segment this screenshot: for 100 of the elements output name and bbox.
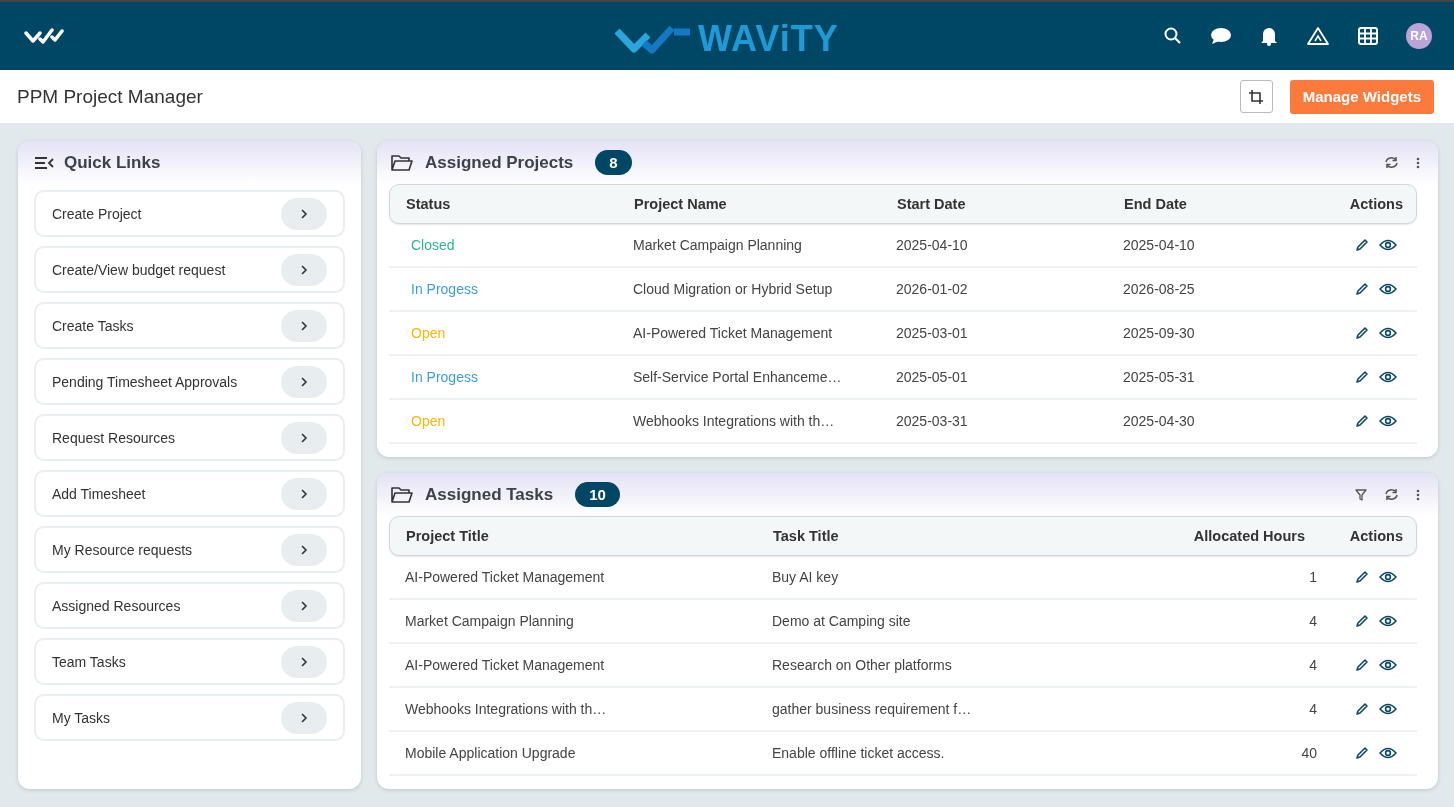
table-cell-text: 2026-08-25 xyxy=(1123,281,1196,297)
quick-link[interactable]: Add Timesheet xyxy=(34,470,345,517)
quick-link[interactable]: Create/View budget request xyxy=(34,246,345,293)
chevron-right-icon xyxy=(300,711,308,724)
table-cell-text: AI-Powered Ticket Management xyxy=(405,569,606,585)
count-badge: 8 xyxy=(595,150,632,175)
view-icon[interactable] xyxy=(1379,747,1397,759)
collapse-menu-icon[interactable] xyxy=(34,155,54,170)
chevron-right-icon xyxy=(300,431,308,444)
chevron-right-icon xyxy=(300,207,308,220)
edit-icon[interactable] xyxy=(1355,370,1369,384)
table-cell-text: 1 xyxy=(1308,569,1318,585)
column-header: Allocated Hours xyxy=(1192,528,1306,544)
view-icon[interactable] xyxy=(1379,371,1397,383)
edit-icon[interactable] xyxy=(1355,614,1369,628)
more-icon[interactable] xyxy=(1416,156,1420,169)
chevron-right-icon xyxy=(300,655,308,668)
view-icon[interactable] xyxy=(1379,615,1397,627)
view-icon[interactable] xyxy=(1379,703,1397,715)
table-cell-text: 2026-01-02 xyxy=(896,281,969,297)
table-cell-text: 2025-04-30 xyxy=(1123,413,1196,429)
edit-icon[interactable] xyxy=(1355,746,1369,760)
quick-link[interactable]: My Tasks xyxy=(34,694,345,741)
chevron-right-icon xyxy=(300,375,308,388)
table-cell-text: Self-Service Portal Enhanceme… xyxy=(633,369,843,385)
bell-icon[interactable] xyxy=(1260,26,1278,46)
view-icon[interactable] xyxy=(1379,571,1397,583)
table-cell-text: Webhooks Integrations with th… xyxy=(405,701,608,717)
folder-icon xyxy=(391,485,413,504)
page-title: PPM Project Manager xyxy=(17,85,203,108)
grid-icon[interactable] xyxy=(1358,27,1378,45)
column-header: Status xyxy=(406,196,452,212)
column-header: Project Title xyxy=(406,528,490,544)
crop-icon xyxy=(1248,88,1265,105)
table-cell-text: Research on Other platforms xyxy=(772,657,953,673)
table-cell-text: Market Campaign Planning xyxy=(633,237,803,253)
column-header: End Date xyxy=(1124,196,1188,212)
more-icon[interactable] xyxy=(1416,488,1420,501)
table-cell-text: 2025-05-31 xyxy=(1123,369,1196,385)
chevron-right-icon xyxy=(300,599,308,612)
quick-link-label: My Tasks xyxy=(52,709,111,726)
quick-link-label: My Resource requests xyxy=(52,541,193,558)
quick-link[interactable]: Pending Timesheet Approvals xyxy=(34,358,345,405)
table-cell-text: 4 xyxy=(1308,613,1318,629)
edit-icon[interactable] xyxy=(1355,414,1369,428)
table-cell-text: Cloud Migration or Hybrid Setup xyxy=(633,281,834,297)
edit-icon[interactable] xyxy=(1355,238,1369,252)
chevron-right-icon xyxy=(300,487,308,500)
card-title: Quick Links xyxy=(64,152,161,173)
chat-bubble-icon[interactable] xyxy=(1210,27,1232,45)
status-label: Closed xyxy=(410,237,456,253)
view-icon[interactable] xyxy=(1379,239,1397,251)
quick-link[interactable]: Team Tasks xyxy=(34,638,345,685)
check-logo-icon[interactable] xyxy=(24,27,64,45)
column-header: Start Date xyxy=(897,196,967,212)
view-icon[interactable] xyxy=(1379,327,1397,339)
refresh-icon[interactable] xyxy=(1384,156,1399,169)
folder-icon xyxy=(391,153,413,172)
card-title: Assigned Projects xyxy=(425,152,574,173)
column-header: Actions xyxy=(1348,528,1403,544)
quick-link[interactable]: Create Tasks xyxy=(34,302,345,349)
table-cell-text: Enable offline ticket access. xyxy=(772,745,946,761)
quick-link-label: Pending Timesheet Approvals xyxy=(52,373,238,390)
status-label: In Progess xyxy=(410,281,479,297)
table-cell-text: 2025-04-10 xyxy=(1123,237,1196,253)
edit-icon[interactable] xyxy=(1355,326,1369,340)
table-cell-text: gather business requirement f… xyxy=(772,701,973,717)
edit-icon[interactable] xyxy=(1355,282,1369,296)
quick-link[interactable]: Assigned Resources xyxy=(34,582,345,629)
quick-link-label: Create/View budget request xyxy=(52,261,226,278)
table-cell-text: Webhooks Integrations with th… xyxy=(633,413,836,429)
quick-link[interactable]: Request Resources xyxy=(34,414,345,461)
view-icon[interactable] xyxy=(1379,415,1397,427)
brand-name: WAViTY xyxy=(698,18,839,60)
count-badge: 10 xyxy=(575,482,620,507)
crop-button[interactable] xyxy=(1239,80,1273,113)
quick-link-label: Request Resources xyxy=(52,429,175,446)
column-header: Project Name xyxy=(634,196,728,212)
status-label: Open xyxy=(410,325,447,341)
edit-icon[interactable] xyxy=(1355,570,1369,584)
warning-triangle-icon[interactable] xyxy=(1306,26,1330,46)
column-header: Task Title xyxy=(773,528,840,544)
table-cell-text: Market Campaign Planning xyxy=(405,613,575,629)
search-icon[interactable] xyxy=(1164,27,1182,45)
status-label: In Progess xyxy=(410,369,479,385)
view-icon[interactable] xyxy=(1379,659,1397,671)
table-cell-text: AI-Powered Ticket Management xyxy=(405,657,606,673)
column-header: Actions xyxy=(1348,196,1403,212)
filter-icon[interactable] xyxy=(1355,488,1367,501)
table-cell-text: Demo at Camping site xyxy=(772,613,912,629)
edit-icon[interactable] xyxy=(1355,658,1369,672)
quick-link-label: Assigned Resources xyxy=(52,597,181,614)
status-label: Open xyxy=(410,413,447,429)
refresh-icon[interactable] xyxy=(1384,488,1399,501)
table-cell-text: Mobile Application Upgrade xyxy=(405,745,577,761)
view-icon[interactable] xyxy=(1379,283,1397,295)
quick-link[interactable]: My Resource requests xyxy=(34,526,345,573)
edit-icon[interactable] xyxy=(1355,702,1369,716)
quick-link[interactable]: Create Project xyxy=(34,190,345,237)
quick-link-label: Create Tasks xyxy=(52,317,134,334)
